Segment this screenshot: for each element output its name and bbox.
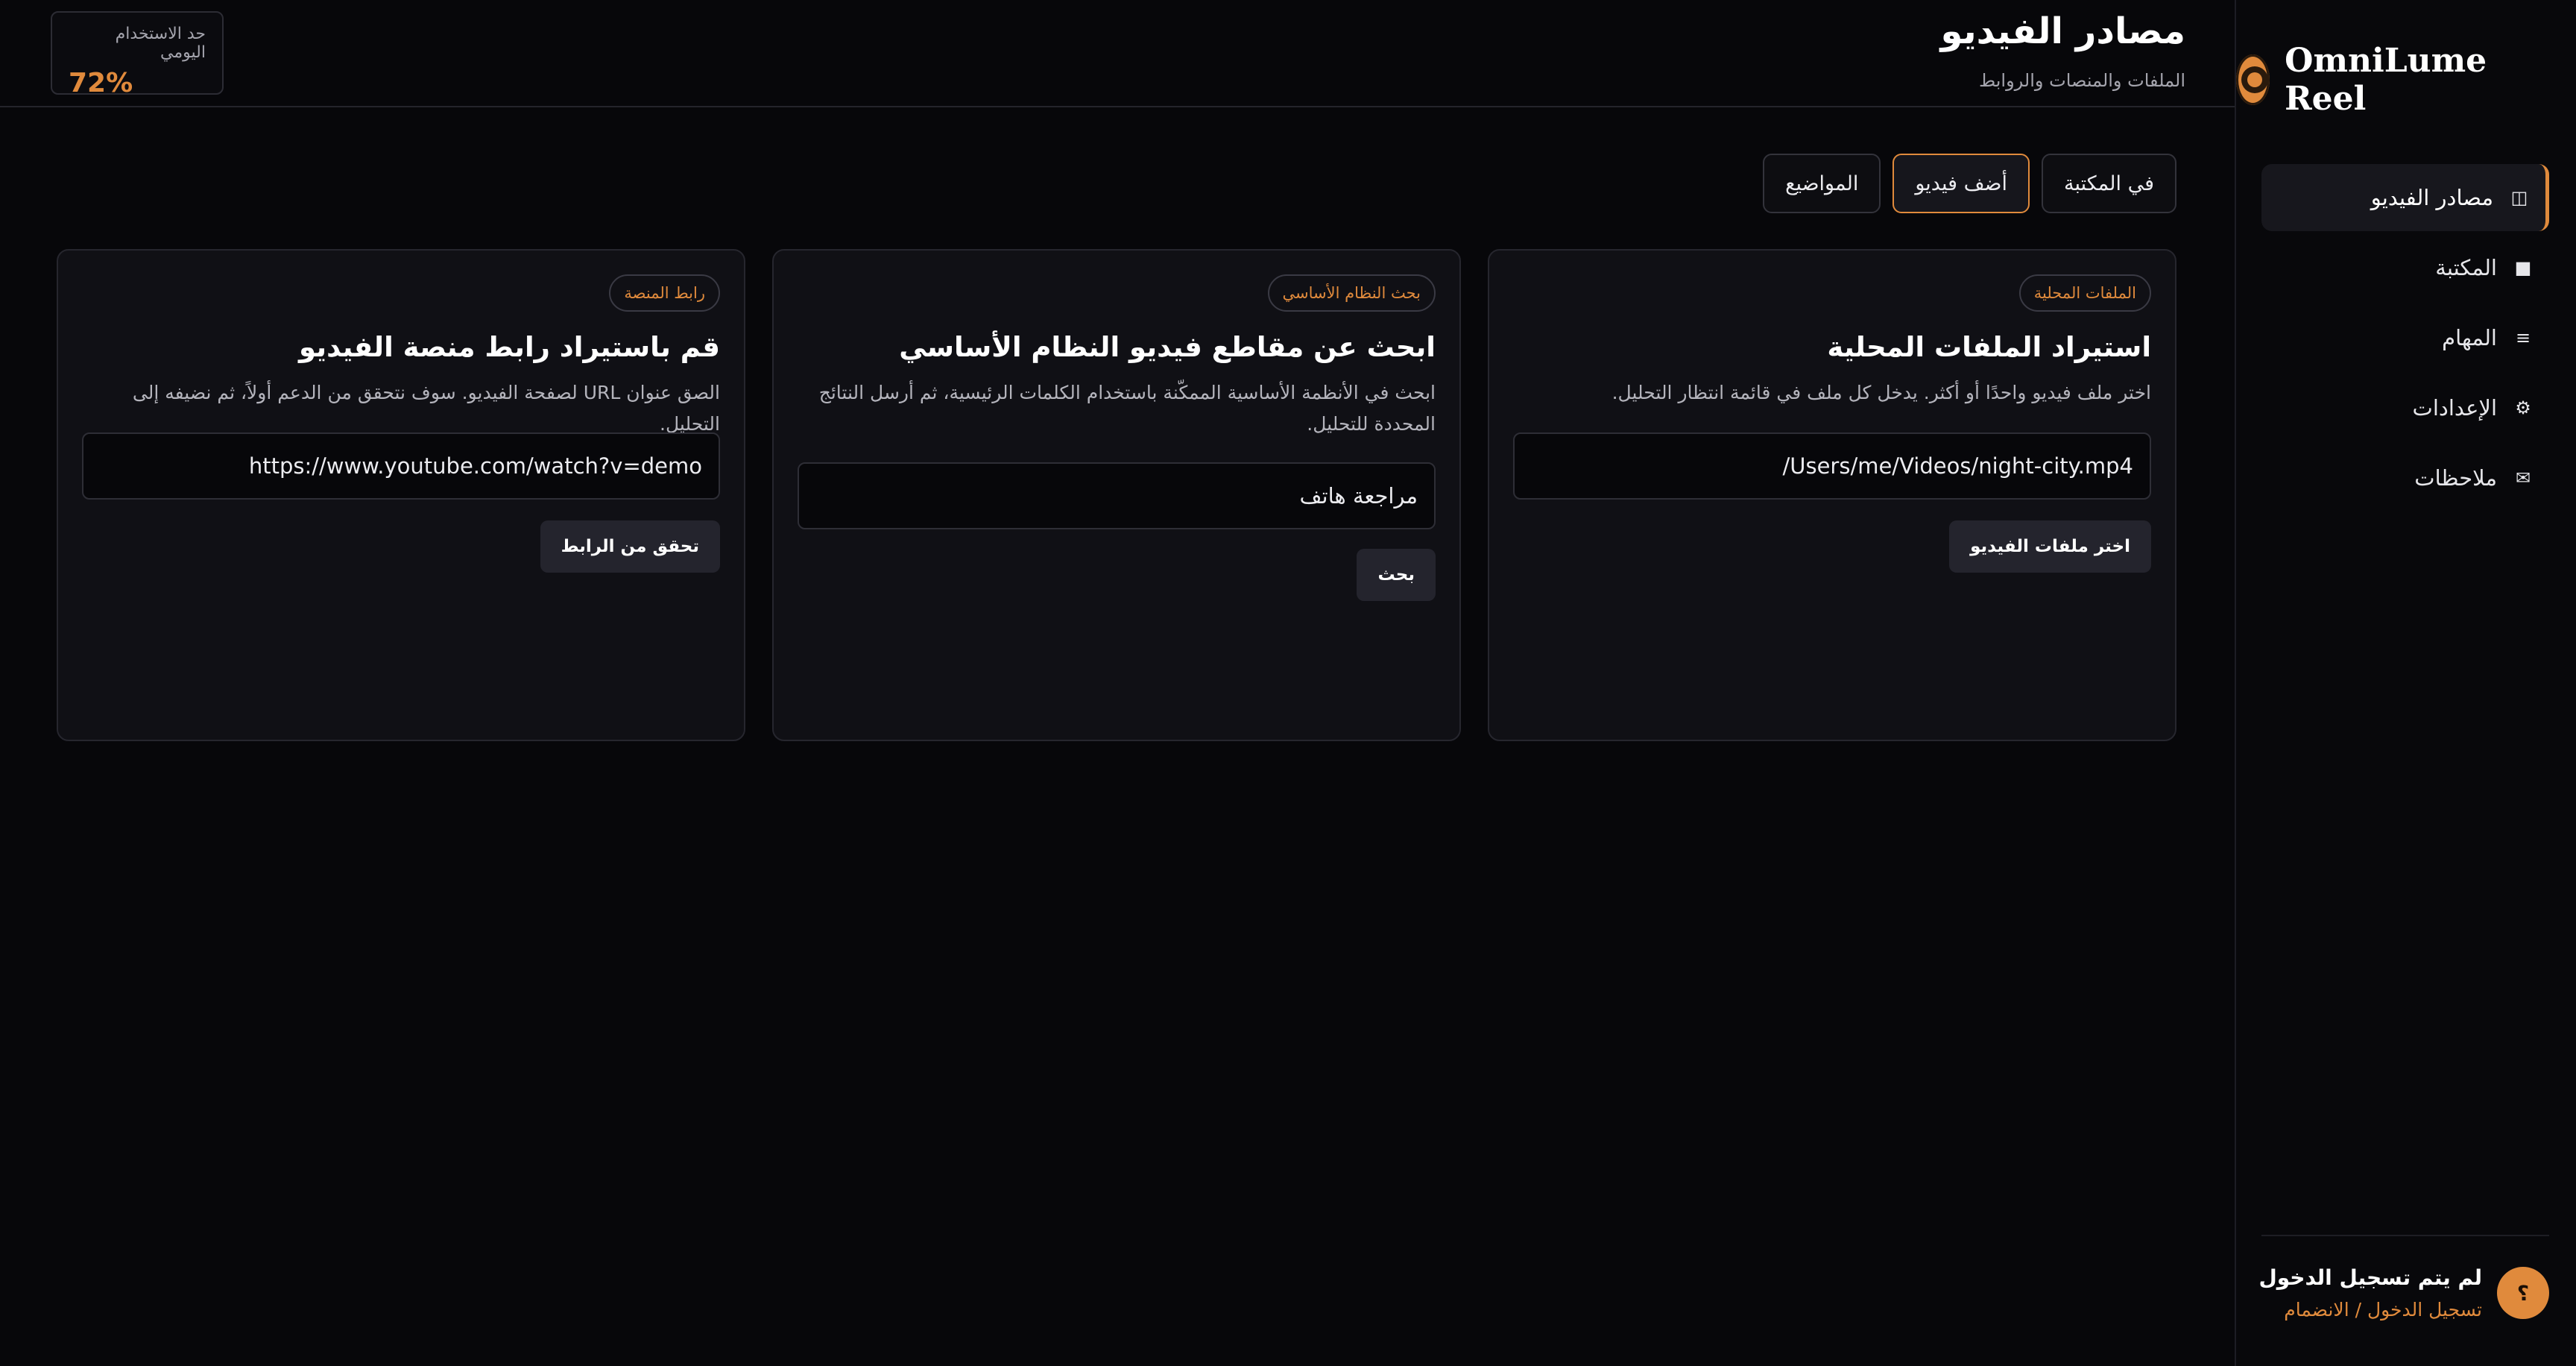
brand[interactable]: OmniLume Reel	[2236, 42, 2551, 118]
sidebar-item-label: الإعدادات	[2412, 395, 2497, 421]
usage-label: حد الاستخدام اليومي	[115, 25, 206, 62]
sidebar-item-video-sources[interactable]: ◫ مصادر الفيديو	[2261, 164, 2549, 231]
reel-logo-icon	[2236, 54, 2270, 105]
list-icon: ≡	[2515, 327, 2531, 348]
tab-topics[interactable]: المواضيع	[1763, 154, 1881, 213]
sidebar-item-label: المهام	[2442, 325, 2497, 350]
sidebar-divider	[2261, 1235, 2549, 1236]
platform-search-card: بحث النظام الأساسي ابحث عن مقاطع فيديو ا…	[772, 249, 1461, 741]
brand-name: OmniLume Reel	[2285, 42, 2487, 118]
search-keywords-input[interactable]	[798, 462, 1436, 529]
account-panel: ؟ لم يتم تسجيل الدخول تسجيل الدخول / الا…	[2258, 1265, 2549, 1321]
card-description: اختر ملف فيديو واحدًا أو أكثر. يدخل كل م…	[1611, 382, 2151, 403]
card-title: استيراد الملفات المحلية	[1827, 331, 2151, 363]
page-title: مصادر الفيديو	[1940, 10, 2185, 52]
tab-bar: في المكتبة أضف فيديو المواضيع	[1763, 154, 2176, 213]
mail-icon: ✉	[2515, 468, 2531, 488]
sidebar-item-settings[interactable]: ⚙ الإعدادات	[2261, 374, 2549, 441]
tab-in-library[interactable]: في المكتبة	[2041, 154, 2176, 213]
daily-usage-widget: حد الاستخدام اليومي 72%	[51, 11, 224, 98]
gear-icon: ⚙	[2515, 397, 2531, 418]
search-button[interactable]: بحث	[1357, 549, 1436, 601]
sidebar-nav: ◫ مصادر الفيديو ■ المكتبة ≡ المهام ⚙ الإ…	[2261, 164, 2549, 514]
sidebar-item-library[interactable]: ■ المكتبة	[2261, 234, 2549, 301]
usage-value: 72%	[69, 68, 133, 98]
local-files-card: الملفات المحلية استيراد الملفات المحلية …	[1488, 249, 2176, 741]
login-status: لم يتم تسجيل الدخول	[2258, 1265, 2482, 1290]
login-link[interactable]: تسجيل الدخول / الانضمام	[2258, 1299, 2482, 1321]
video-url-input[interactable]	[82, 432, 720, 500]
page-subtitle: الملفات والمنصات والروابط	[1978, 70, 2185, 91]
choose-video-files-button[interactable]: اختر ملفات الفيديو	[1949, 520, 2151, 573]
square-icon: ■	[2514, 257, 2532, 278]
card-description: ابحث في الأنظمة الأساسية الممكّنة باستخد…	[818, 382, 1436, 435]
card-badge: رابط المنصة	[609, 274, 720, 312]
app-window: OmniLume Reel ◫ مصادر الفيديو ■ المكتبة …	[0, 0, 2576, 1366]
card-title: قم باستيراد رابط منصة الفيديو	[298, 331, 720, 363]
header: مصادر الفيديو الملفات والمنصات والروابط …	[0, 0, 2235, 107]
file-path-input[interactable]	[1513, 432, 2151, 500]
sidebar-item-label: ملاحظات	[2414, 465, 2497, 491]
panel-icon: ◫	[2510, 187, 2528, 208]
platform-link-card: رابط المنصة قم باستيراد رابط منصة الفيدي…	[57, 249, 745, 741]
sidebar-item-label: المكتبة	[2435, 255, 2497, 280]
verify-link-button[interactable]: تحقق من الرابط	[540, 520, 720, 573]
card-title: ابحث عن مقاطع فيديو النظام الأساسي	[899, 331, 1436, 363]
sidebar: OmniLume Reel ◫ مصادر الفيديو ■ المكتبة …	[2235, 0, 2576, 1366]
sidebar-item-feedback[interactable]: ✉ ملاحظات	[2261, 444, 2549, 512]
sidebar-item-label: مصادر الفيديو	[2370, 185, 2493, 210]
card-badge: الملفات المحلية	[2018, 274, 2151, 312]
avatar[interactable]: ؟	[2497, 1267, 2549, 1319]
tab-add-video[interactable]: أضف فيديو	[1892, 154, 2030, 213]
card-badge: بحث النظام الأساسي	[1267, 274, 1436, 312]
card-description: الصق عنوان URL لصفحة الفيديو. سوف نتحقق …	[132, 382, 720, 435]
sidebar-item-tasks[interactable]: ≡ المهام	[2261, 304, 2549, 371]
